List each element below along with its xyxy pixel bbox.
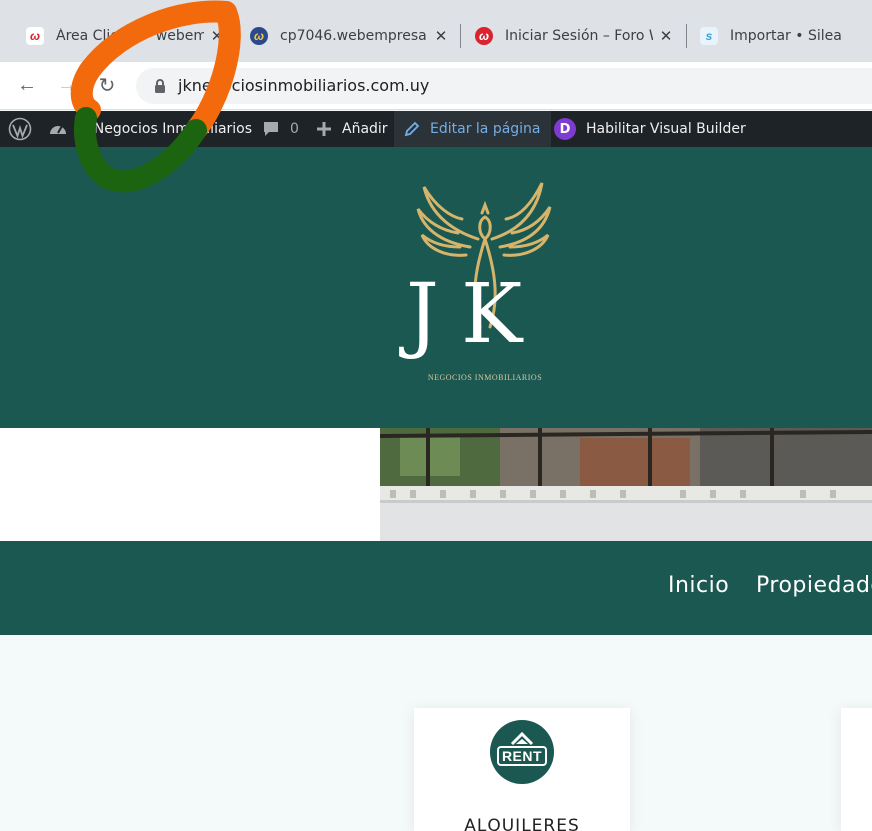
visual-builder-label: Habilitar Visual Builder xyxy=(586,121,746,137)
close-tab-icon[interactable]: ✕ xyxy=(432,27,450,45)
hero-blank-area xyxy=(0,428,380,541)
tab-title: cp7046.webempresa.eu xyxy=(280,28,428,44)
browser-tab[interactable]: ω cp7046.webempresa.eu ✕ xyxy=(250,14,450,58)
rent-label: RENT xyxy=(496,746,548,766)
site-header: J K NEGOCIOS INMOBILIARIOS xyxy=(0,147,872,428)
comments-count: 0 xyxy=(290,121,299,137)
lock-icon[interactable] xyxy=(152,78,168,94)
pencil-icon xyxy=(404,121,420,137)
service-card-alquileres[interactable]: RENT ALQUILERES xyxy=(414,708,630,831)
tab-title: Importar • Silea xyxy=(730,28,842,44)
admin-site-name[interactable]: JK Negocios Inmobiliarios xyxy=(48,111,252,147)
reload-icon[interactable]: ↻ xyxy=(94,72,120,98)
house-photo-image xyxy=(380,428,872,541)
site-logo[interactable]: J K NEGOCIOS INMOBILIARIOS xyxy=(396,177,572,389)
comments-link[interactable]: 0 xyxy=(262,111,299,147)
address-bar[interactable]: jknegociosinmobiliarios.com.uy xyxy=(136,68,872,104)
divi-logo-icon: D xyxy=(554,118,576,140)
webempresa-favicon-icon: ω xyxy=(26,27,44,45)
forward-icon[interactable]: → xyxy=(54,72,80,98)
webempresa-favicon-icon: ω xyxy=(475,27,493,45)
tab-title: Área Cliente - webempresa xyxy=(56,28,204,44)
close-tab-icon[interactable]: ✕ xyxy=(657,27,675,45)
visual-builder-link[interactable]: D Habilitar Visual Builder xyxy=(554,111,746,147)
hero-house-photo xyxy=(380,428,872,541)
tab-separator xyxy=(236,24,237,48)
tab-title: Iniciar Sesión – Foro Webempresa xyxy=(505,28,653,44)
plus-icon xyxy=(317,122,331,136)
comment-bubble-icon xyxy=(264,122,278,136)
card-title: ALQUILERES xyxy=(464,816,580,831)
dashboard-gauge-icon xyxy=(50,125,66,134)
webempresa-favicon-icon: ω xyxy=(250,27,268,45)
rent-sign-icon: RENT xyxy=(490,720,554,784)
browser-tab[interactable]: ω Iniciar Sesión – Foro Webempresa ✕ xyxy=(475,14,675,58)
tab-separator xyxy=(460,24,461,48)
add-new-label: Añadir xyxy=(342,121,388,137)
tab-separator xyxy=(686,24,687,48)
logo-letters: J K xyxy=(406,267,522,362)
url-text[interactable]: jknegociosinmobiliarios.com.uy xyxy=(178,76,429,95)
site-name-label: JK Negocios Inmobiliarios xyxy=(76,121,253,137)
edit-page-link[interactable]: Editar la página xyxy=(394,111,551,147)
service-card[interactable] xyxy=(841,708,872,831)
back-icon[interactable]: ← xyxy=(14,72,40,98)
close-tab-icon[interactable]: ✕ xyxy=(208,27,226,45)
browser-tab-strip: ω Área Cliente - webempresa ✕ ω cp7046.w… xyxy=(0,0,872,62)
logo-tagline: NEGOCIOS INMOBILIARIOS xyxy=(427,373,543,382)
nav-item-inicio[interactable]: Inicio xyxy=(668,573,729,598)
wp-admin-bar: JK Negocios Inmobiliarios 0 Añadir Edita… xyxy=(0,111,872,147)
add-new-link[interactable]: Añadir xyxy=(316,111,388,147)
wordpress-logo-icon[interactable] xyxy=(8,111,32,147)
browser-tab[interactable]: s Importar • Silea xyxy=(700,14,872,58)
silea-favicon-icon: s xyxy=(700,27,718,45)
browser-tab[interactable]: ω Área Cliente - webempresa ✕ xyxy=(26,14,226,58)
edit-page-label: Editar la página xyxy=(430,121,541,137)
browser-toolbar: ← → ↻ jknegociosinmobiliarios.com.uy xyxy=(0,62,872,110)
main-navigation: Inicio Propiedades xyxy=(0,541,872,635)
nav-item-propiedades[interactable]: Propiedades xyxy=(756,573,872,598)
